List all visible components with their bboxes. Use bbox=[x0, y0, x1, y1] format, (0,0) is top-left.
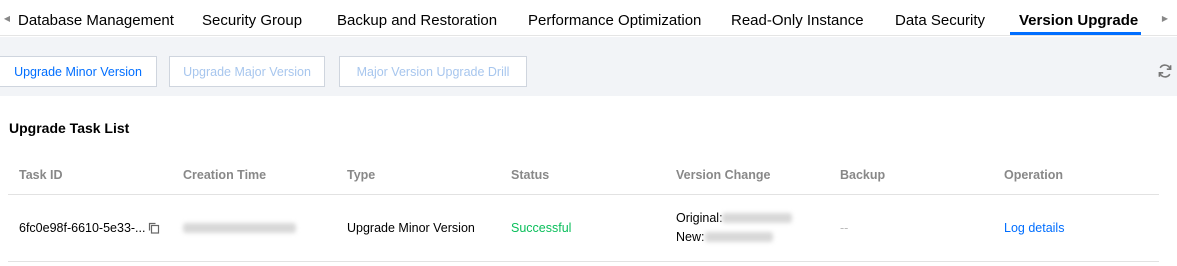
status-badge: Successful bbox=[511, 221, 572, 235]
task-id: 6fc0e98f-6610-5e33-... bbox=[19, 221, 146, 235]
chevron-left-icon[interactable]: ◀ bbox=[0, 0, 14, 36]
toolbar: Upgrade Minor Version Upgrade Major Vers… bbox=[0, 37, 1177, 96]
tab-version-upgrade[interactable]: Version Upgrade bbox=[1019, 0, 1138, 36]
column-header-creation-time: Creation Time bbox=[183, 168, 267, 182]
tab-data-security[interactable]: Data Security bbox=[895, 0, 985, 36]
column-header-status: Status bbox=[511, 168, 550, 182]
version-new-label: New: bbox=[676, 230, 705, 244]
table-header-divider bbox=[8, 194, 1159, 195]
column-header-backup: Backup bbox=[840, 168, 886, 182]
tab-bar: ◀ Database Management Security Group Bac… bbox=[0, 0, 1177, 36]
version-original-redacted bbox=[722, 213, 792, 223]
column-header-task-id: Task ID bbox=[19, 168, 63, 182]
active-tab-indicator bbox=[1010, 32, 1141, 35]
chevron-right-icon[interactable]: ▶ bbox=[1158, 0, 1172, 36]
version-new-redacted bbox=[705, 232, 773, 242]
table-row-divider bbox=[8, 261, 1159, 262]
column-header-version-change: Version Change bbox=[676, 168, 771, 182]
tab-performance-optimization[interactable]: Performance Optimization bbox=[528, 0, 701, 36]
major-version-upgrade-drill-button[interactable]: Major Version Upgrade Drill bbox=[339, 56, 527, 87]
upgrade-minor-version-button[interactable]: Upgrade Minor Version bbox=[0, 56, 157, 87]
log-details-link[interactable]: Log details bbox=[1004, 221, 1064, 235]
task-type: Upgrade Minor Version bbox=[347, 221, 475, 235]
creation-time-redacted bbox=[183, 223, 296, 233]
tab-security-group[interactable]: Security Group bbox=[202, 0, 302, 36]
backup-value: -- bbox=[840, 221, 849, 235]
tab-backup-restoration[interactable]: Backup and Restoration bbox=[337, 0, 497, 36]
upgrade-major-version-button[interactable]: Upgrade Major Version bbox=[169, 56, 325, 87]
tab-read-only-instance[interactable]: Read-Only Instance bbox=[731, 0, 864, 36]
tab-database-management[interactable]: Database Management bbox=[18, 0, 174, 36]
copy-icon[interactable] bbox=[148, 222, 160, 234]
column-header-type: Type bbox=[347, 168, 376, 182]
refresh-icon[interactable] bbox=[1157, 63, 1173, 79]
version-original-label: Original: bbox=[676, 211, 723, 225]
section-title: Upgrade Task List bbox=[9, 120, 130, 136]
column-header-operation: Operation bbox=[1004, 168, 1064, 182]
